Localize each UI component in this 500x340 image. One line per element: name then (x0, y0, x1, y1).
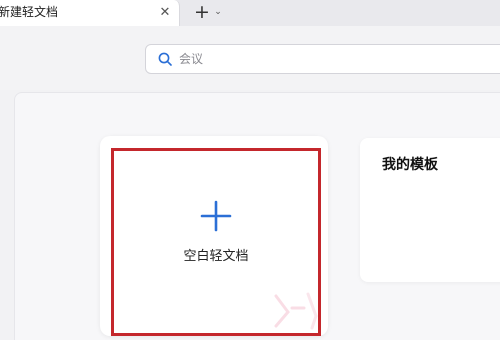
close-icon[interactable]: ✕ (157, 5, 173, 21)
blank-doc-label: 空白轻文档 (183, 249, 249, 264)
tab-strip: 新建轻文档 ✕ + ⌄ (0, 0, 500, 26)
search-icon (158, 52, 172, 66)
tab-new-light-doc[interactable]: 新建轻文档 ✕ (0, 0, 180, 26)
watermark-logo (274, 292, 318, 330)
search-box[interactable] (145, 44, 500, 74)
templates-title: 我的模板 (382, 157, 438, 173)
chevron-down-icon[interactable]: ⌄ (213, 6, 223, 18)
plus-icon (200, 200, 232, 232)
my-templates-card[interactable]: 我的模板 (360, 138, 500, 282)
tab-title: 新建轻文档 (0, 5, 59, 19)
new-tab-button[interactable]: + (192, 2, 212, 22)
search-input[interactable] (179, 50, 499, 68)
toolbar (0, 26, 500, 90)
